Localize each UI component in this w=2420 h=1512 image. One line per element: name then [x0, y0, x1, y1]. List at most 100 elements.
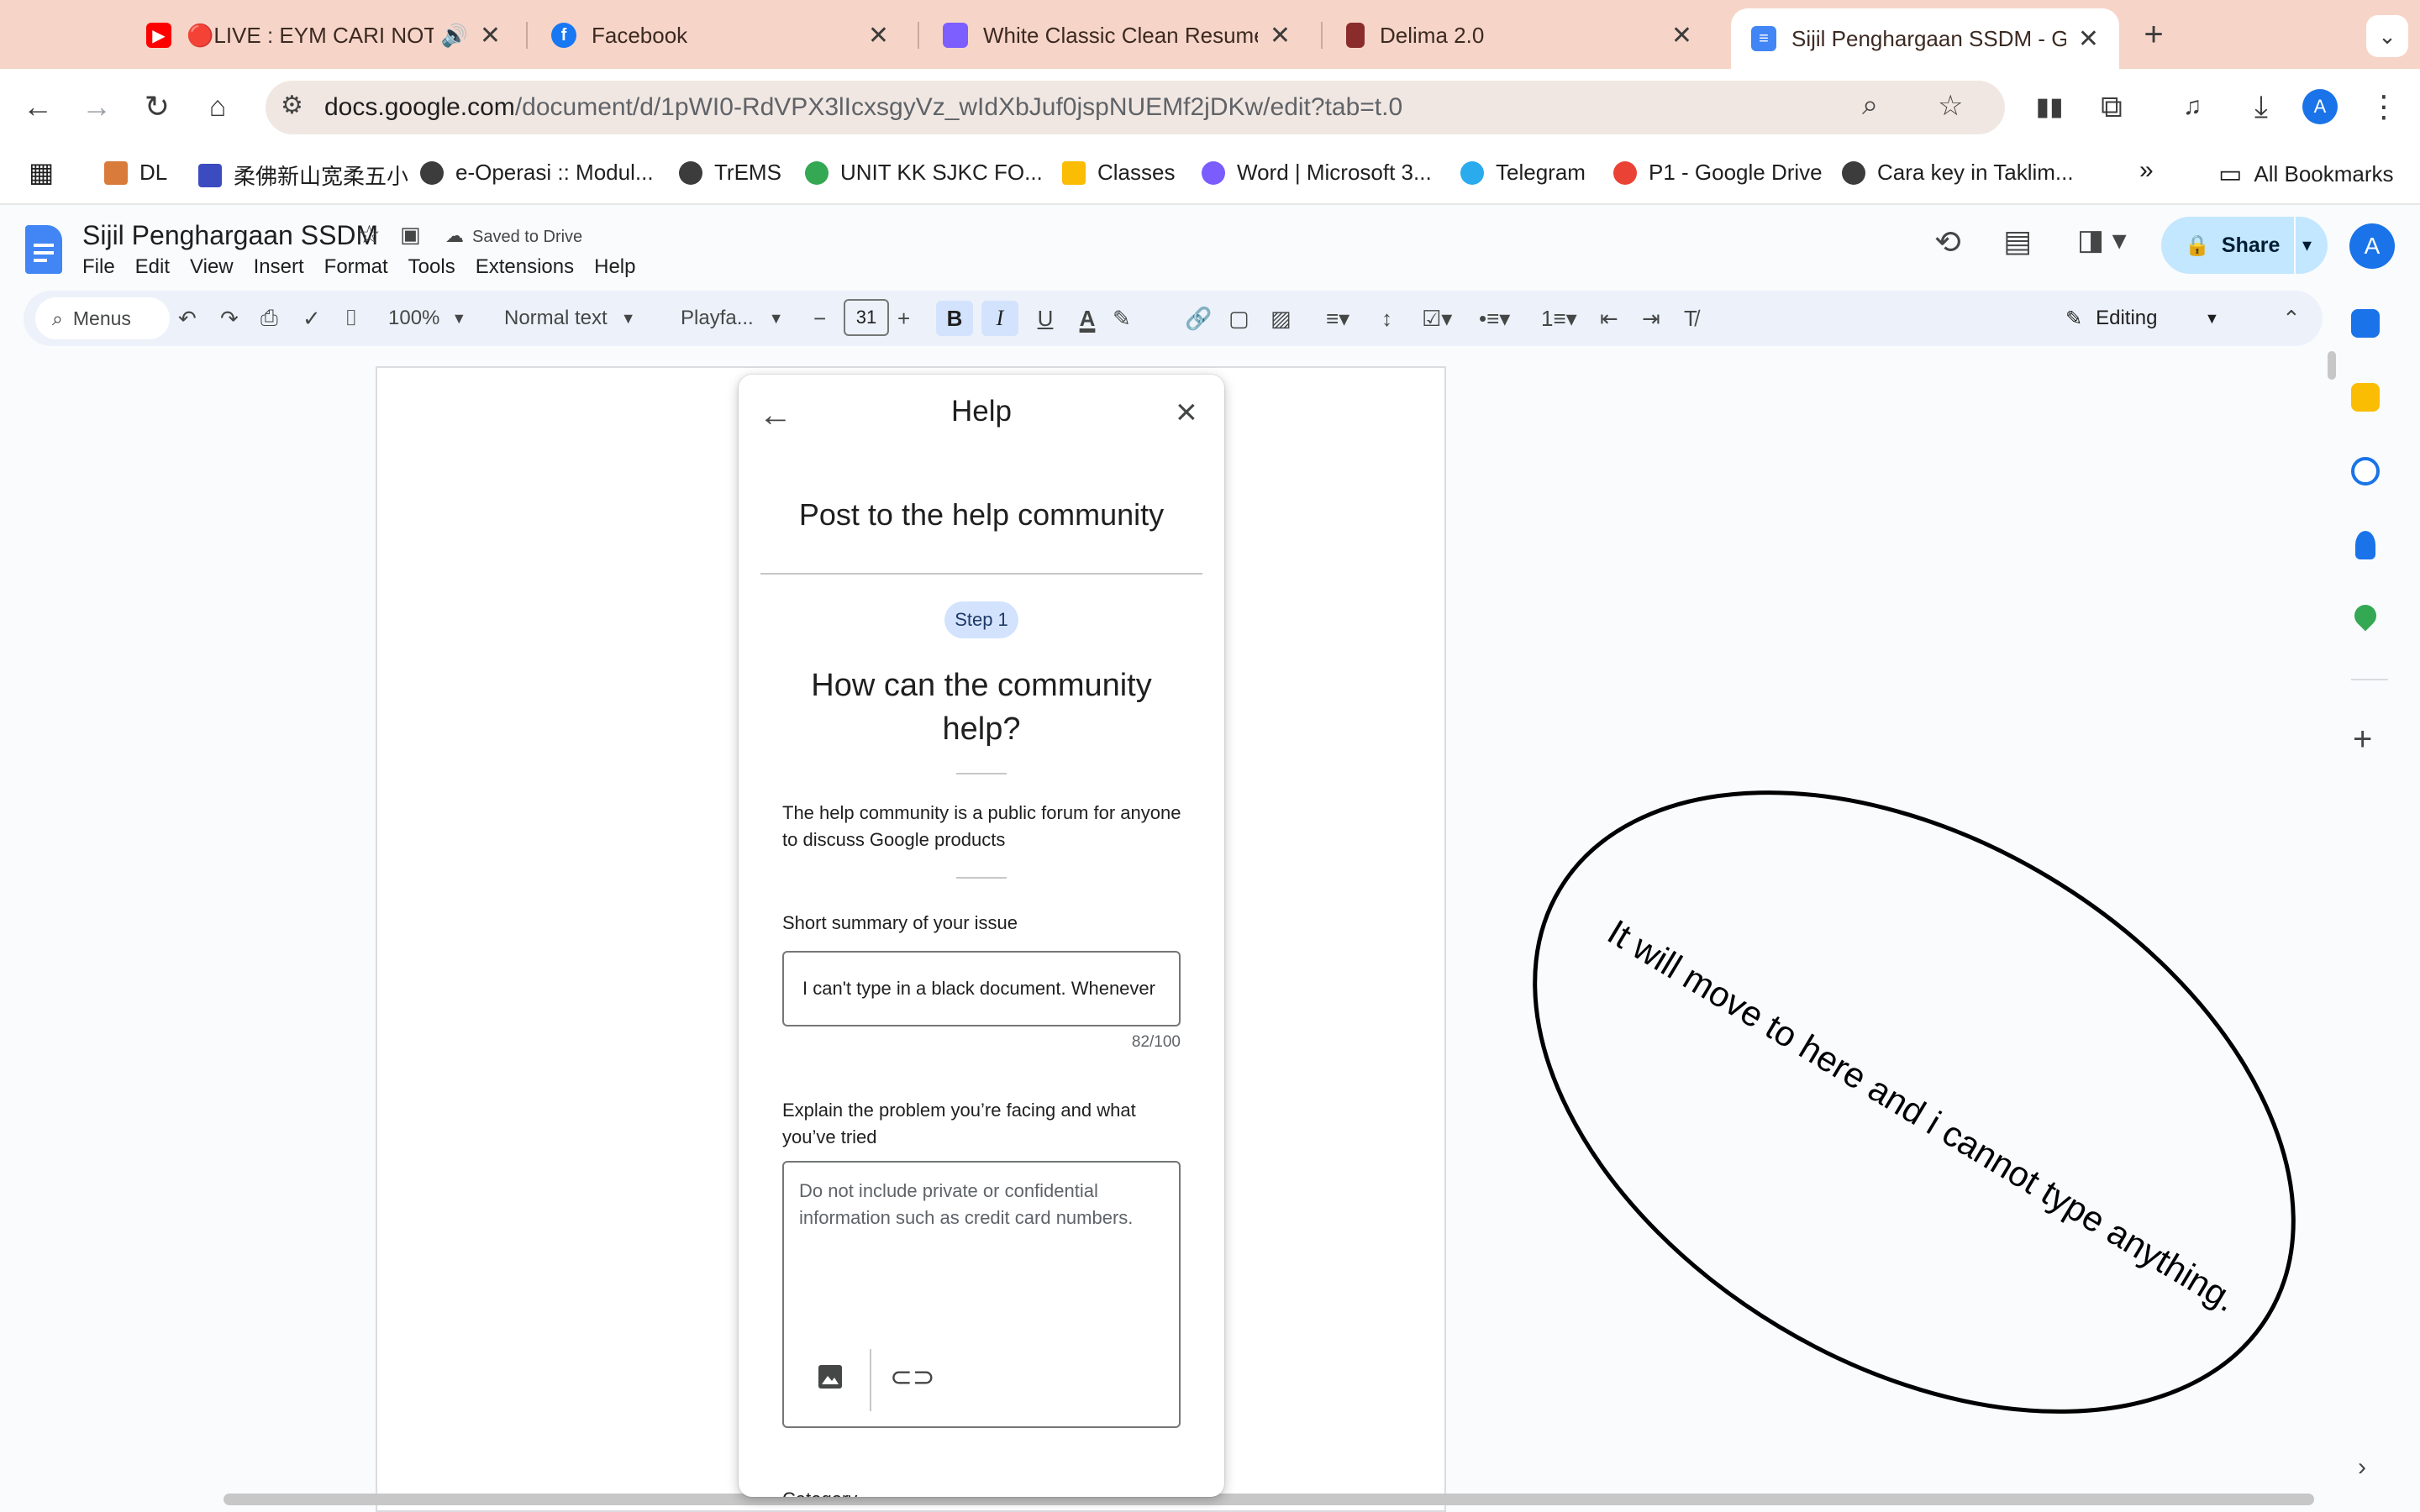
paint-format-icon[interactable]: ⌷: [345, 301, 358, 336]
add-comment-icon[interactable]: ▢: [1228, 301, 1249, 336]
profile-avatar[interactable]: A: [2302, 89, 2338, 124]
tab-delima[interactable]: Delima 2.0 ✕: [1326, 10, 1712, 60]
close-tab-icon[interactable]: ✕: [1270, 21, 1291, 50]
address-bar[interactable]: ⚙ docs.google.com/document/d/1pWI0-RdVPX…: [266, 81, 2005, 134]
collapse-toolbar-icon[interactable]: ⌃: [2282, 301, 2301, 336]
redo-icon[interactable]: ↷: [220, 301, 239, 336]
font-select[interactable]: Playfa... ▼: [681, 301, 784, 336]
checklist-icon[interactable]: ☑▾: [1422, 301, 1452, 336]
star-icon[interactable]: ☆: [358, 220, 381, 249]
share-button[interactable]: 🔒 Share ▾: [2161, 217, 2328, 274]
menus-search[interactable]: ⌕ Menus: [35, 297, 170, 339]
decrease-indent-icon[interactable]: ⇤: [1600, 301, 1618, 336]
media-control-icon[interactable]: ♫: [2173, 87, 2212, 126]
move-folder-icon[interactable]: ▣: [400, 222, 421, 248]
menu-view[interactable]: View: [190, 255, 234, 279]
bookmark-school[interactable]: 柔佛新山宽柔五小: [198, 160, 408, 191]
italic-button[interactable]: I: [981, 301, 1018, 336]
align-icon[interactable]: ≡▾: [1326, 301, 1349, 336]
home-icon[interactable]: ⌂: [198, 87, 237, 126]
line-spacing-icon[interactable]: ↕: [1381, 301, 1392, 336]
horizontal-scrollbar[interactable]: [224, 1494, 2314, 1505]
clear-formatting-icon[interactable]: T̸: [1684, 301, 1697, 336]
all-bookmarks[interactable]: ▭ All Bookmarks: [2218, 160, 2394, 189]
highlight-icon[interactable]: ✎: [1113, 301, 1131, 336]
insert-image-icon[interactable]: [818, 1364, 843, 1389]
version-history-icon[interactable]: ⟲: [1934, 223, 1961, 261]
menu-insert[interactable]: Insert: [254, 255, 304, 279]
speaker-icon[interactable]: 🔊: [440, 23, 467, 49]
bookmark-unit-kk[interactable]: UNIT KK SJKC FO...: [805, 160, 1043, 186]
show-side-panel-icon[interactable]: ›: [2358, 1453, 2366, 1482]
site-settings-icon[interactable]: ⚙: [281, 91, 303, 120]
bookmark-star-icon[interactable]: ☆: [1938, 89, 1963, 123]
maps-icon[interactable]: [2349, 600, 2381, 632]
bookmark-trems[interactable]: TrEMS: [679, 160, 781, 186]
bookmark-classes[interactable]: Classes: [1062, 160, 1175, 186]
calendar-icon[interactable]: [2351, 309, 2380, 338]
tab-facebook[interactable]: f Facebook ✕: [531, 10, 909, 60]
share-dropdown-icon[interactable]: ▾: [2302, 234, 2312, 256]
underline-button[interactable]: U: [1028, 301, 1062, 336]
increase-font-size-icon[interactable]: +: [897, 301, 910, 336]
new-tab-icon[interactable]: +: [2134, 15, 2173, 54]
close-icon[interactable]: ×: [1176, 391, 1197, 433]
bookmark-cara-key[interactable]: Cara key in Taklim...: [1842, 160, 2074, 186]
zoom-select[interactable]: 100% ▼: [388, 301, 466, 336]
document-title[interactable]: Sijil Penghargaan SSDM: [82, 220, 378, 251]
reading-mode-icon[interactable]: ▮▮: [2030, 87, 2069, 126]
tab-docs-active[interactable]: ≡ Sijil Penghargaan SSDM - Go ✕: [1731, 8, 2119, 69]
undo-icon[interactable]: ↶: [178, 301, 197, 336]
comments-icon[interactable]: ▤: [2003, 223, 2032, 259]
saved-status[interactable]: ☁ Saved to Drive: [445, 225, 582, 247]
tab-search-icon[interactable]: ⌄: [2366, 15, 2408, 57]
close-tab-icon[interactable]: ✕: [1671, 21, 1692, 50]
bold-button[interactable]: B: [936, 301, 973, 336]
forward-icon[interactable]: →: [77, 87, 116, 126]
bookmark-drive[interactable]: P1 - Google Drive: [1613, 160, 1823, 186]
zoom-icon[interactable]: ⌕: [1862, 89, 1878, 122]
close-tab-icon[interactable]: ✕: [480, 21, 501, 50]
increase-indent-icon[interactable]: ⇥: [1642, 301, 1660, 336]
font-size-input[interactable]: 31: [844, 299, 889, 336]
explain-textarea[interactable]: Do not include private or confidential i…: [782, 1161, 1181, 1428]
menu-tools[interactable]: Tools: [408, 255, 455, 279]
decrease-font-size-icon[interactable]: −: [813, 301, 826, 336]
docs-logo-icon[interactable]: [25, 225, 62, 274]
bookmark-word[interactable]: Word | Microsoft 3...: [1202, 160, 1432, 186]
bookmark-telegram[interactable]: Telegram: [1460, 160, 1586, 186]
reload-icon[interactable]: ↻: [138, 87, 176, 126]
spellcheck-icon[interactable]: ✓: [302, 301, 321, 336]
more-bookmarks-icon[interactable]: »: [2139, 156, 2154, 185]
numbered-list-icon[interactable]: 1≡▾: [1541, 301, 1577, 336]
menu-help[interactable]: Help: [594, 255, 635, 279]
menu-format[interactable]: Format: [324, 255, 388, 279]
url-text[interactable]: docs.google.com/document/d/1pWI0-RdVPX3l…: [324, 93, 1402, 122]
insert-link-icon[interactable]: 🔗: [1185, 301, 1212, 336]
browser-menu-icon[interactable]: ⋮: [2365, 87, 2403, 126]
insert-image-icon[interactable]: ▨: [1270, 301, 1292, 336]
account-avatar[interactable]: A: [2349, 223, 2395, 269]
get-addons-icon[interactable]: +: [2353, 721, 2372, 759]
keep-icon[interactable]: [2351, 383, 2380, 412]
menu-extensions[interactable]: Extensions: [476, 255, 574, 279]
bulleted-list-icon[interactable]: •≡▾: [1479, 301, 1510, 336]
summary-input[interactable]: [782, 951, 1181, 1026]
menu-edit[interactable]: Edit: [135, 255, 170, 279]
close-tab-icon[interactable]: ✕: [868, 21, 889, 50]
style-select[interactable]: Normal text ▼: [504, 301, 636, 336]
text-color-button[interactable]: A: [1071, 301, 1104, 336]
print-icon[interactable]: ⎙: [260, 301, 278, 336]
menu-file[interactable]: File: [82, 255, 115, 279]
download-icon[interactable]: ⤓: [2242, 87, 2281, 126]
meet-icon[interactable]: ◨ ▾: [2077, 223, 2127, 257]
close-tab-icon[interactable]: ✕: [2078, 24, 2099, 54]
editing-mode-select[interactable]: ✎ Editing ▼: [2065, 301, 2219, 336]
contacts-icon[interactable]: [2355, 531, 2375, 559]
bookmark-dl[interactable]: DL: [104, 160, 167, 186]
tab-resume[interactable]: White Classic Clean Resume ✕: [923, 10, 1311, 60]
extensions-icon[interactable]: ⧉: [2092, 87, 2131, 126]
tasks-icon[interactable]: [2351, 457, 2380, 486]
tab-youtube-live[interactable]: ▶ 🔴LIVE : EYM CARI NOTA 🔊 ✕: [126, 10, 521, 60]
vertical-scrollbar[interactable]: [2328, 351, 2336, 380]
